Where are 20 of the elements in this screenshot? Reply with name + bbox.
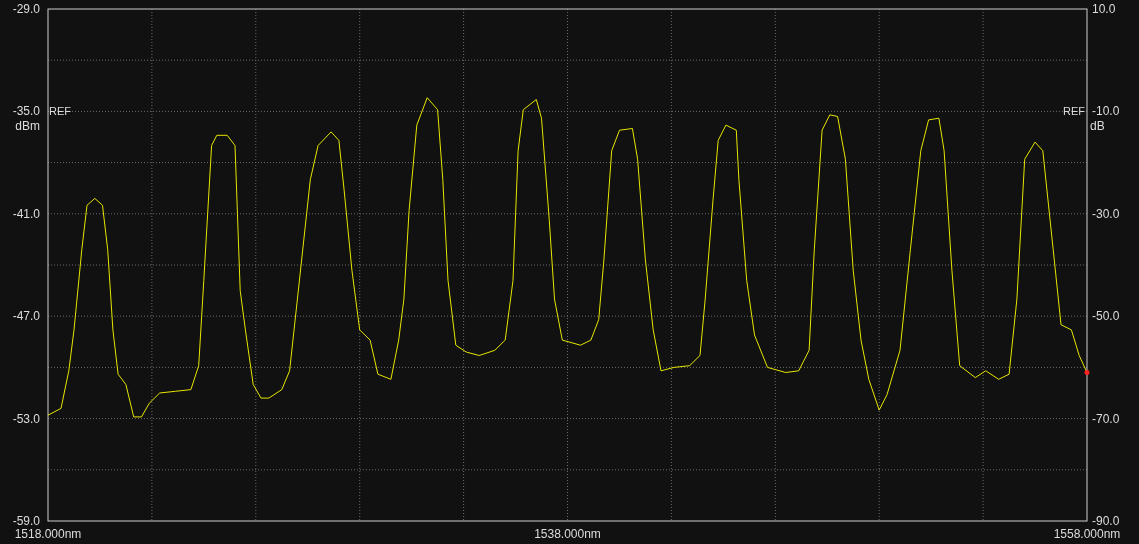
right-tick-label: -90.0: [1092, 514, 1120, 528]
right-tick-label: -50.0: [1092, 309, 1120, 324]
y-tick-label: -59.0: [12, 514, 40, 528]
y-tick-label: -47.0: [12, 309, 40, 324]
x-tick-label: 1518.000nm: [14, 527, 82, 541]
y-tick-label: -35.0: [12, 104, 40, 119]
right-tick-label: 10.0: [1092, 2, 1116, 16]
ref-label: REF: [1063, 105, 1085, 118]
y-unit-label: dBm: [15, 119, 40, 134]
right-tick-label: -70.0: [1092, 411, 1120, 426]
y-tick-label: -29.0: [12, 2, 40, 16]
ref-label: REF: [49, 105, 71, 118]
right-unit-label: dB: [1090, 119, 1105, 134]
right-tick-label: -30.0: [1092, 206, 1120, 221]
x-tick-label: 1558.000nm: [1053, 527, 1121, 541]
marker-icon: [1084, 370, 1090, 375]
x-tick-label: 1538.000nm: [534, 527, 601, 541]
y-tick-label: -53.0: [12, 411, 40, 426]
y-tick-label: -41.0: [12, 206, 40, 221]
right-tick-label: -10.0: [1092, 104, 1120, 119]
